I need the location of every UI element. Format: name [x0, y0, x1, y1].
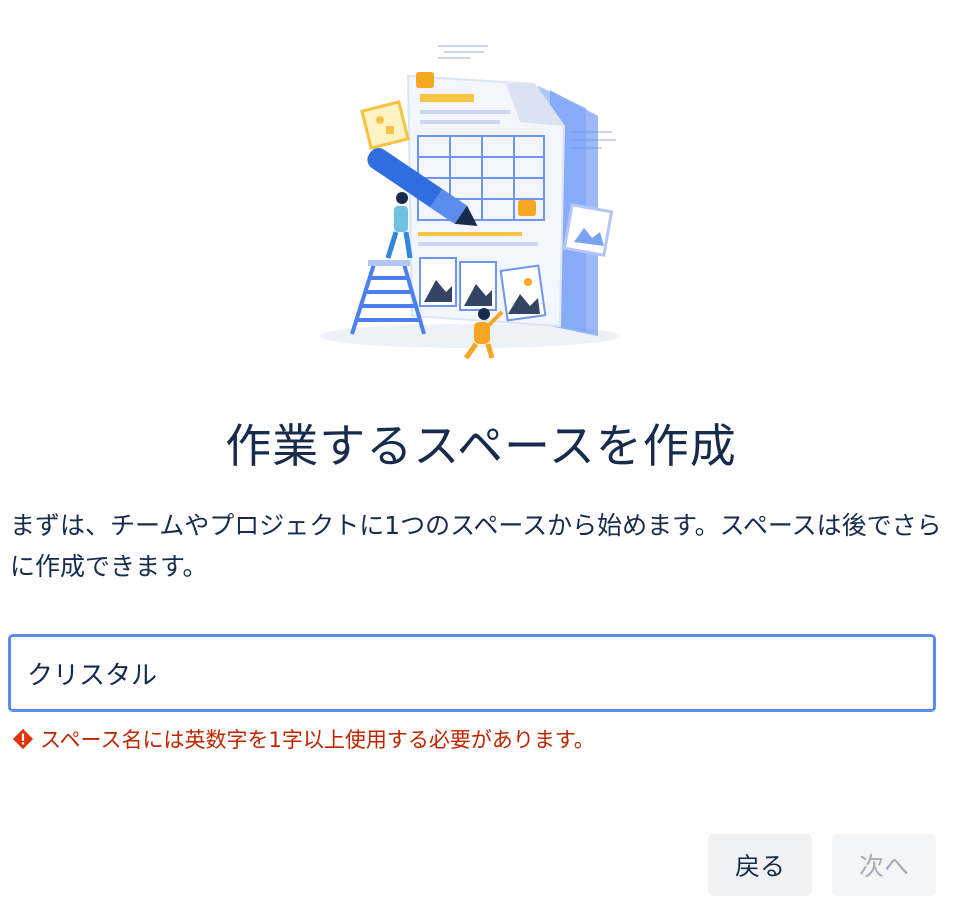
page-description: まずは、チームやプロジェクトに1つのスペースから始めます。スペースは後でさらに作… [10, 511, 942, 581]
error-icon [12, 728, 34, 750]
space-name-field[interactable] [8, 634, 936, 712]
error-message: スペース名には英数字を1字以上使用する必要があります。 [40, 728, 595, 752]
space-name-input[interactable] [11, 637, 933, 709]
create-space-illustration [320, 45, 620, 360]
page-title: 作業するスペースを作成 [225, 419, 737, 473]
create-space-page: 作業するスペースを作成 まずは、チームやプロジェクトに1つのスペースから始めます… [0, 0, 962, 904]
validation-error: スペース名には英数字を1字以上使用する必要があります。 [12, 724, 595, 754]
next-button[interactable]: 次へ [832, 834, 936, 896]
back-button[interactable]: 戻る [708, 834, 812, 896]
